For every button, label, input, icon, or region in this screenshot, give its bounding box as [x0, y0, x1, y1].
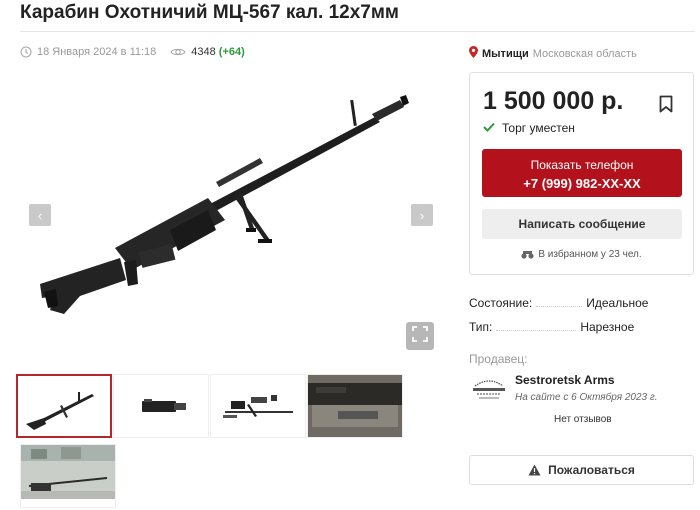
title-divider	[20, 31, 695, 32]
thumbnail[interactable]	[20, 444, 116, 508]
thumbnail[interactable]	[210, 374, 306, 438]
spec-dots	[496, 330, 577, 331]
report-button[interactable]: Пожаловаться	[469, 455, 694, 485]
listing-meta: 18 Января 2024 в 11:18 4348 (+64)	[20, 46, 245, 58]
seller-reviews[interactable]: Нет отзывов	[554, 414, 612, 425]
price-card: 1 500 000 р. Торг уместен Показать телеф…	[469, 72, 694, 275]
clock-icon	[20, 46, 32, 58]
views-counter: 4348 (+64)	[170, 46, 245, 58]
bookmark-icon	[659, 95, 673, 117]
spec-row: Состояние: Идеальное	[469, 296, 648, 310]
views-count: 4348	[191, 46, 216, 58]
map-pin-icon	[469, 46, 478, 61]
seller-logo[interactable]	[469, 374, 509, 404]
write-message-button[interactable]: Написать сообщение	[482, 209, 682, 239]
phone-number: +7 (999) 982-XX-XX	[523, 176, 641, 191]
show-phone-label: Показать телефон	[530, 158, 634, 172]
binoculars-icon	[521, 250, 534, 259]
spec-key: Тип:	[469, 320, 493, 334]
bargain-note: Торг уместен	[483, 120, 575, 135]
bargain-text: Торг уместен	[502, 120, 575, 135]
gallery-next-button[interactable]: ›	[411, 204, 433, 226]
spec-value: Нарезное	[580, 320, 635, 334]
favorites-count: В избранном у 23 чел.	[470, 249, 693, 260]
spec-key: Состояние:	[469, 296, 533, 310]
main-photo[interactable]	[20, 70, 450, 365]
seller-name[interactable]: Sestroretsk Arms	[515, 373, 615, 387]
views-delta: (+64)	[218, 46, 245, 58]
spec-value: Идеальное	[586, 296, 649, 310]
report-label: Пожаловаться	[548, 463, 635, 477]
show-phone-button[interactable]: Показать телефон +7 (999) 982-XX-XX	[482, 149, 682, 197]
thumbnail[interactable]	[113, 374, 209, 438]
seller-label: Продавец:	[469, 352, 528, 366]
location-city[interactable]: Мытищи	[482, 48, 529, 60]
warning-icon	[528, 464, 541, 476]
seller-since: На сайте с 6 Октября 2023 г.	[515, 392, 658, 403]
location: Мытищи Московская область	[469, 46, 637, 61]
listing-title: Карабин Охотничий МЦ-567 кал. 12х7мм	[20, 2, 399, 23]
gallery-prev-button[interactable]: ‹	[29, 204, 51, 226]
eye-icon	[170, 47, 186, 57]
spec-dots	[536, 306, 583, 307]
thumbnail[interactable]	[16, 374, 112, 438]
location-region: Московская область	[532, 47, 637, 60]
listing-date: 18 Января 2024 в 11:18	[37, 46, 157, 58]
favorites-text: В избранном у 23 чел.	[538, 249, 642, 260]
thumbnail[interactable]	[307, 374, 403, 438]
spec-row: Тип: Нарезное	[469, 320, 634, 334]
fullscreen-button[interactable]	[406, 322, 434, 350]
check-icon	[483, 120, 495, 135]
bookmark-button[interactable]	[659, 95, 673, 118]
price: 1 500 000 р.	[483, 87, 624, 115]
fullscreen-icon	[412, 325, 428, 347]
